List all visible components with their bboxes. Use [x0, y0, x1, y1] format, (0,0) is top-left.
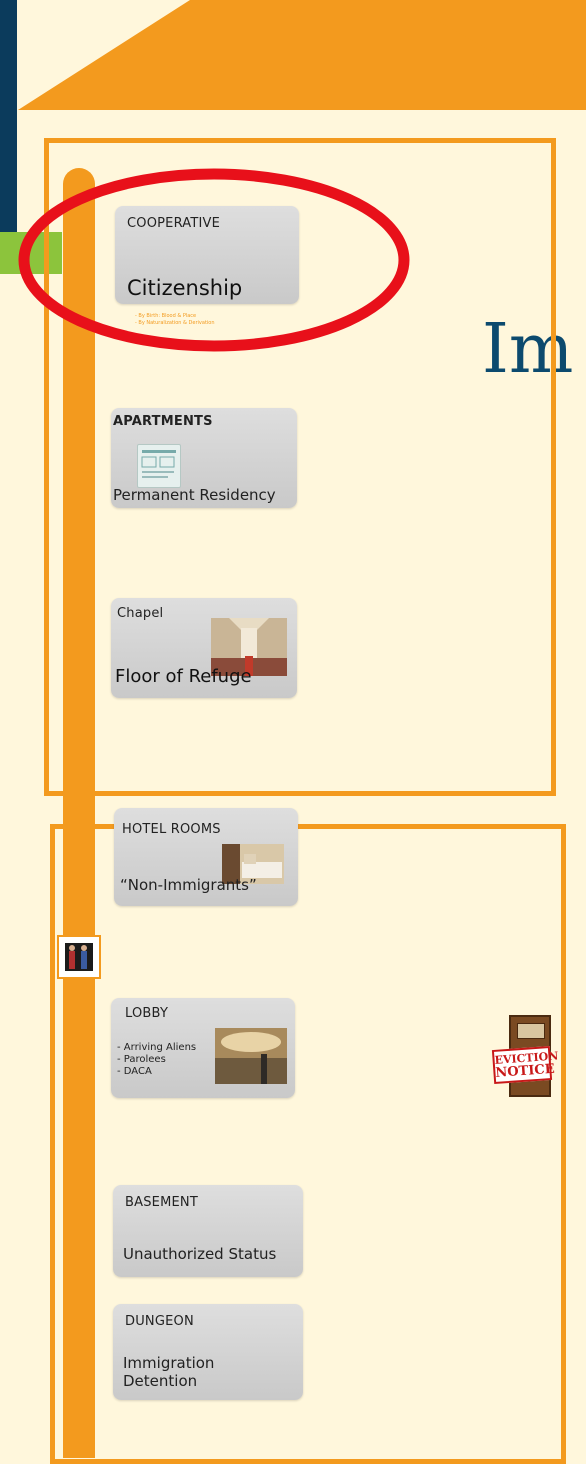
- dungeon-title-line-2: Detention: [123, 1372, 198, 1390]
- basement-label: BASEMENT: [125, 1195, 198, 1210]
- chapel-floor-card[interactable]: Chapel Floor of Refuge: [111, 598, 297, 698]
- roof: [18, 0, 586, 110]
- hotel-title: “Non-Immigrants”: [120, 876, 257, 894]
- basement-title: Unauthorized Status: [123, 1245, 277, 1263]
- chapel-label: Chapel: [117, 606, 164, 621]
- apartments-floor-card[interactable]: APARTMENTS Permanent Residency: [111, 408, 297, 508]
- lobby-item-2: - Parolees: [117, 1054, 166, 1065]
- highlight-circle: [18, 168, 410, 352]
- elevator-person-icon[interactable]: [57, 935, 101, 979]
- hotel-floor-card[interactable]: HOTEL ROOMS “Non-Immigrants”: [114, 808, 298, 906]
- lobby-item-1: - Arriving Aliens: [117, 1042, 197, 1053]
- dungeon-label: DUNGEON: [125, 1314, 194, 1329]
- lobby-item-3: - DACA: [117, 1066, 152, 1077]
- lobby-label: LOBBY: [125, 1006, 169, 1021]
- chapel-title: Floor of Refuge: [115, 666, 252, 687]
- hotel-label: HOTEL ROOMS: [122, 822, 221, 837]
- eviction-notice: EVICTION NOTICE: [491, 1046, 559, 1084]
- dungeon-title-line-1: Immigration: [123, 1354, 215, 1372]
- eviction-line-2: NOTICE: [494, 1061, 556, 1081]
- dungeon-floor-card[interactable]: DUNGEON Immigration Detention: [113, 1304, 303, 1400]
- lobby-floor-card[interactable]: LOBBY - Arriving Aliens - Parolees - DAC…: [111, 998, 295, 1098]
- apartments-label: APARTMENTS: [113, 414, 213, 429]
- lobby-photo: [215, 1028, 287, 1084]
- document-icon: [137, 444, 181, 488]
- elevator-shaft: [63, 168, 95, 1458]
- apartments-title: Permanent Residency: [113, 486, 276, 504]
- basement-floor-card[interactable]: BASEMENT Unauthorized Status: [113, 1185, 303, 1277]
